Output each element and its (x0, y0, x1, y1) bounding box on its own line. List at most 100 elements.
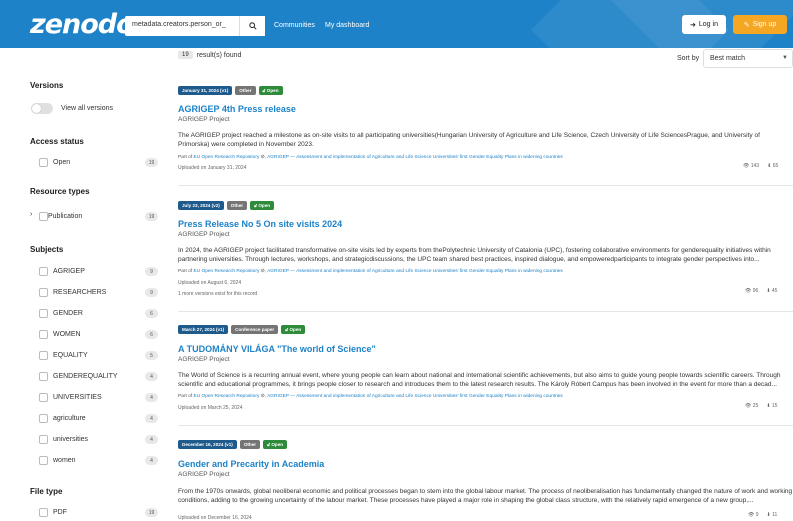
result-item: March 27, 2024 (v1) Conference paper 🔓︎ … (178, 325, 793, 415)
record-labels: December 16, 2024 (v1) Other 🔓︎ Open (178, 440, 288, 449)
filter-checkbox-subject[interactable] (39, 435, 48, 444)
file-type-heading: File type (30, 487, 63, 496)
record-title-link[interactable]: A TUDOMÁNY VILÁGA "The world of Science" (178, 344, 376, 354)
community-link[interactable]: EU Open Research Repository (193, 394, 259, 399)
eye-icon: 👁︎ (748, 512, 755, 518)
date-version-label: March 27, 2024 (v1) (178, 325, 229, 334)
filter-label-publication: Publication (48, 213, 83, 220)
views-stat: 👁︎ 96 (745, 288, 759, 294)
filter-count: 9 (145, 267, 158, 276)
record-creator: AGRIGEP Project (178, 231, 230, 238)
eye-icon: 👁︎ (745, 403, 752, 409)
filter-label-subject: EQUALITY (53, 352, 88, 359)
record-part-of: Part of EU Open Research Repository ⊘, A… (178, 269, 563, 274)
record-labels: July 23, 2024 (v2) Other 🔓︎ Open (178, 201, 275, 210)
nav-communities[interactable]: Communities (274, 22, 315, 29)
filter-count: 4 (145, 414, 158, 423)
filter-checkbox-subject[interactable] (39, 393, 48, 402)
zenodo-logo[interactable]: zenodo (30, 9, 135, 40)
unlock-icon: 🔓︎ (262, 88, 266, 93)
record-stats: 👁︎ 9 ⬇︎ 11 (748, 512, 777, 518)
view-all-versions-toggle[interactable] (31, 103, 53, 114)
filter-label-subject: AGRIGEP (53, 268, 85, 275)
chevron-down-icon: ▼ (782, 55, 788, 61)
record-description: The World of Science is a recurring annu… (178, 372, 781, 388)
record-uploaded-date: Uploaded on December 16, 2024 (178, 515, 252, 521)
login-icon: ➜ (690, 21, 696, 29)
eye-icon: 👁︎ (743, 163, 750, 169)
community-link[interactable]: EU Open Research Repository (193, 155, 259, 160)
filter-count: 4 (145, 372, 158, 381)
sort-select-value: Best match (710, 55, 746, 62)
filter-checkbox-subject[interactable] (39, 288, 48, 297)
result-item: July 23, 2024 (v2) Other 🔓︎ Open Press R… (178, 201, 793, 301)
search-button[interactable] (239, 16, 265, 36)
community-link[interactable]: EU Open Research Repository (193, 269, 259, 274)
sort-by-label: Sort by (677, 55, 700, 62)
filter-checkbox-open[interactable] (39, 158, 48, 167)
project-link[interactable]: AGRIGEP — Assessment and implementation … (267, 155, 563, 160)
record-labels: January 31, 2024 (v1) Other 🔓︎ Open (178, 86, 283, 95)
filter-checkbox-subject[interactable] (39, 456, 48, 465)
record-title-link[interactable]: AGRIGEP 4th Press release (178, 104, 296, 114)
filter-count: 4 (145, 393, 158, 402)
signup-button[interactable]: ✎ Sign up (733, 15, 787, 34)
filter-checkbox-subject[interactable] (39, 330, 48, 339)
record-title-link[interactable]: Press Release No 5 On site visits 2024 (178, 219, 342, 229)
login-button[interactable]: ➜ Log in (682, 15, 726, 34)
nav-my-dashboard[interactable]: My dashboard (325, 22, 369, 29)
filter-checkbox-pdf[interactable] (39, 508, 48, 517)
project-link[interactable]: AGRIGEP — Assessment and implementation … (267, 269, 563, 274)
access-label: 🔓︎ Open (263, 440, 288, 449)
record-description: From the 1970s onwards, global neolibera… (178, 488, 793, 504)
filter-label-open: Open (53, 159, 71, 166)
signup-label: Sign up (752, 21, 777, 28)
search-icon (248, 22, 257, 30)
sort-select[interactable]: Best match ▼ (703, 49, 793, 68)
result-divider (178, 311, 793, 312)
filter-label-subject: GENDEREQUALITY (53, 373, 118, 380)
views-stat: 👁︎ 9 (748, 512, 759, 518)
unlock-icon: 🔓︎ (254, 203, 258, 208)
resource-types-heading: Resource types (30, 187, 90, 196)
result-divider (178, 185, 793, 186)
filter-count: 9 (145, 288, 158, 297)
download-icon: ⬇︎ (767, 163, 772, 169)
download-icon: ⬇︎ (766, 512, 771, 518)
resource-type-label: Conference paper (231, 325, 279, 334)
record-uploaded-date: Uploaded on August 6, 2024 (178, 280, 242, 286)
download-icon: ⬇︎ (766, 288, 771, 294)
project-link[interactable]: AGRIGEP — Assessment and implementation … (267, 394, 563, 399)
record-title-link[interactable]: Gender and Precarity in Academia (178, 459, 324, 469)
date-version-label: January 31, 2024 (v1) (178, 86, 233, 95)
downloads-stat: ⬇︎ 45 (766, 288, 778, 294)
access-status-heading: Access status (30, 137, 84, 146)
filter-label-subject: WOMEN (53, 331, 81, 338)
record-creator: AGRIGEP Project (178, 356, 230, 363)
filter-count: 6 (145, 309, 158, 318)
views-stat: 👁︎ 143 (743, 163, 760, 169)
result-item: January 31, 2024 (v1) Other 🔓︎ Open AGRI… (178, 86, 793, 176)
downloads-stat: ⬇︎ 15 (766, 403, 778, 409)
record-versions-note: 1 more versions exist for this record (178, 291, 258, 297)
results-number: 19 (178, 51, 193, 59)
filter-checkbox-subject[interactable] (39, 372, 48, 381)
record-stats: 👁︎ 25 ⬇︎ 15 (745, 403, 777, 409)
chevron-right-icon[interactable]: › (30, 211, 32, 218)
record-description: The AGRIGEP project reached a milestone … (178, 132, 760, 148)
download-icon: ⬇︎ (766, 403, 771, 409)
filter-count: 6 (145, 330, 158, 339)
result-item: December 16, 2024 (v1) Other 🔓︎ Open Gen… (178, 440, 793, 521)
record-stats: 👁︎ 143 ⬇︎ 65 (743, 163, 778, 169)
filter-label-pdf: PDF (53, 509, 67, 516)
record-description: In 2024, the AGRIGEP project facilitated… (178, 247, 771, 263)
filter-checkbox-subject[interactable] (39, 309, 48, 318)
filter-count: 5 (145, 351, 158, 360)
record-labels: March 27, 2024 (v1) Conference paper 🔓︎ … (178, 325, 306, 334)
filter-checkbox-subject[interactable] (39, 267, 48, 276)
filter-checkbox-publication[interactable] (39, 212, 48, 221)
date-version-label: July 23, 2024 (v2) (178, 201, 224, 210)
filter-checkbox-subject[interactable] (39, 351, 48, 360)
filter-checkbox-subject[interactable] (39, 414, 48, 423)
record-stats: 👁︎ 96 ⬇︎ 45 (745, 288, 777, 294)
